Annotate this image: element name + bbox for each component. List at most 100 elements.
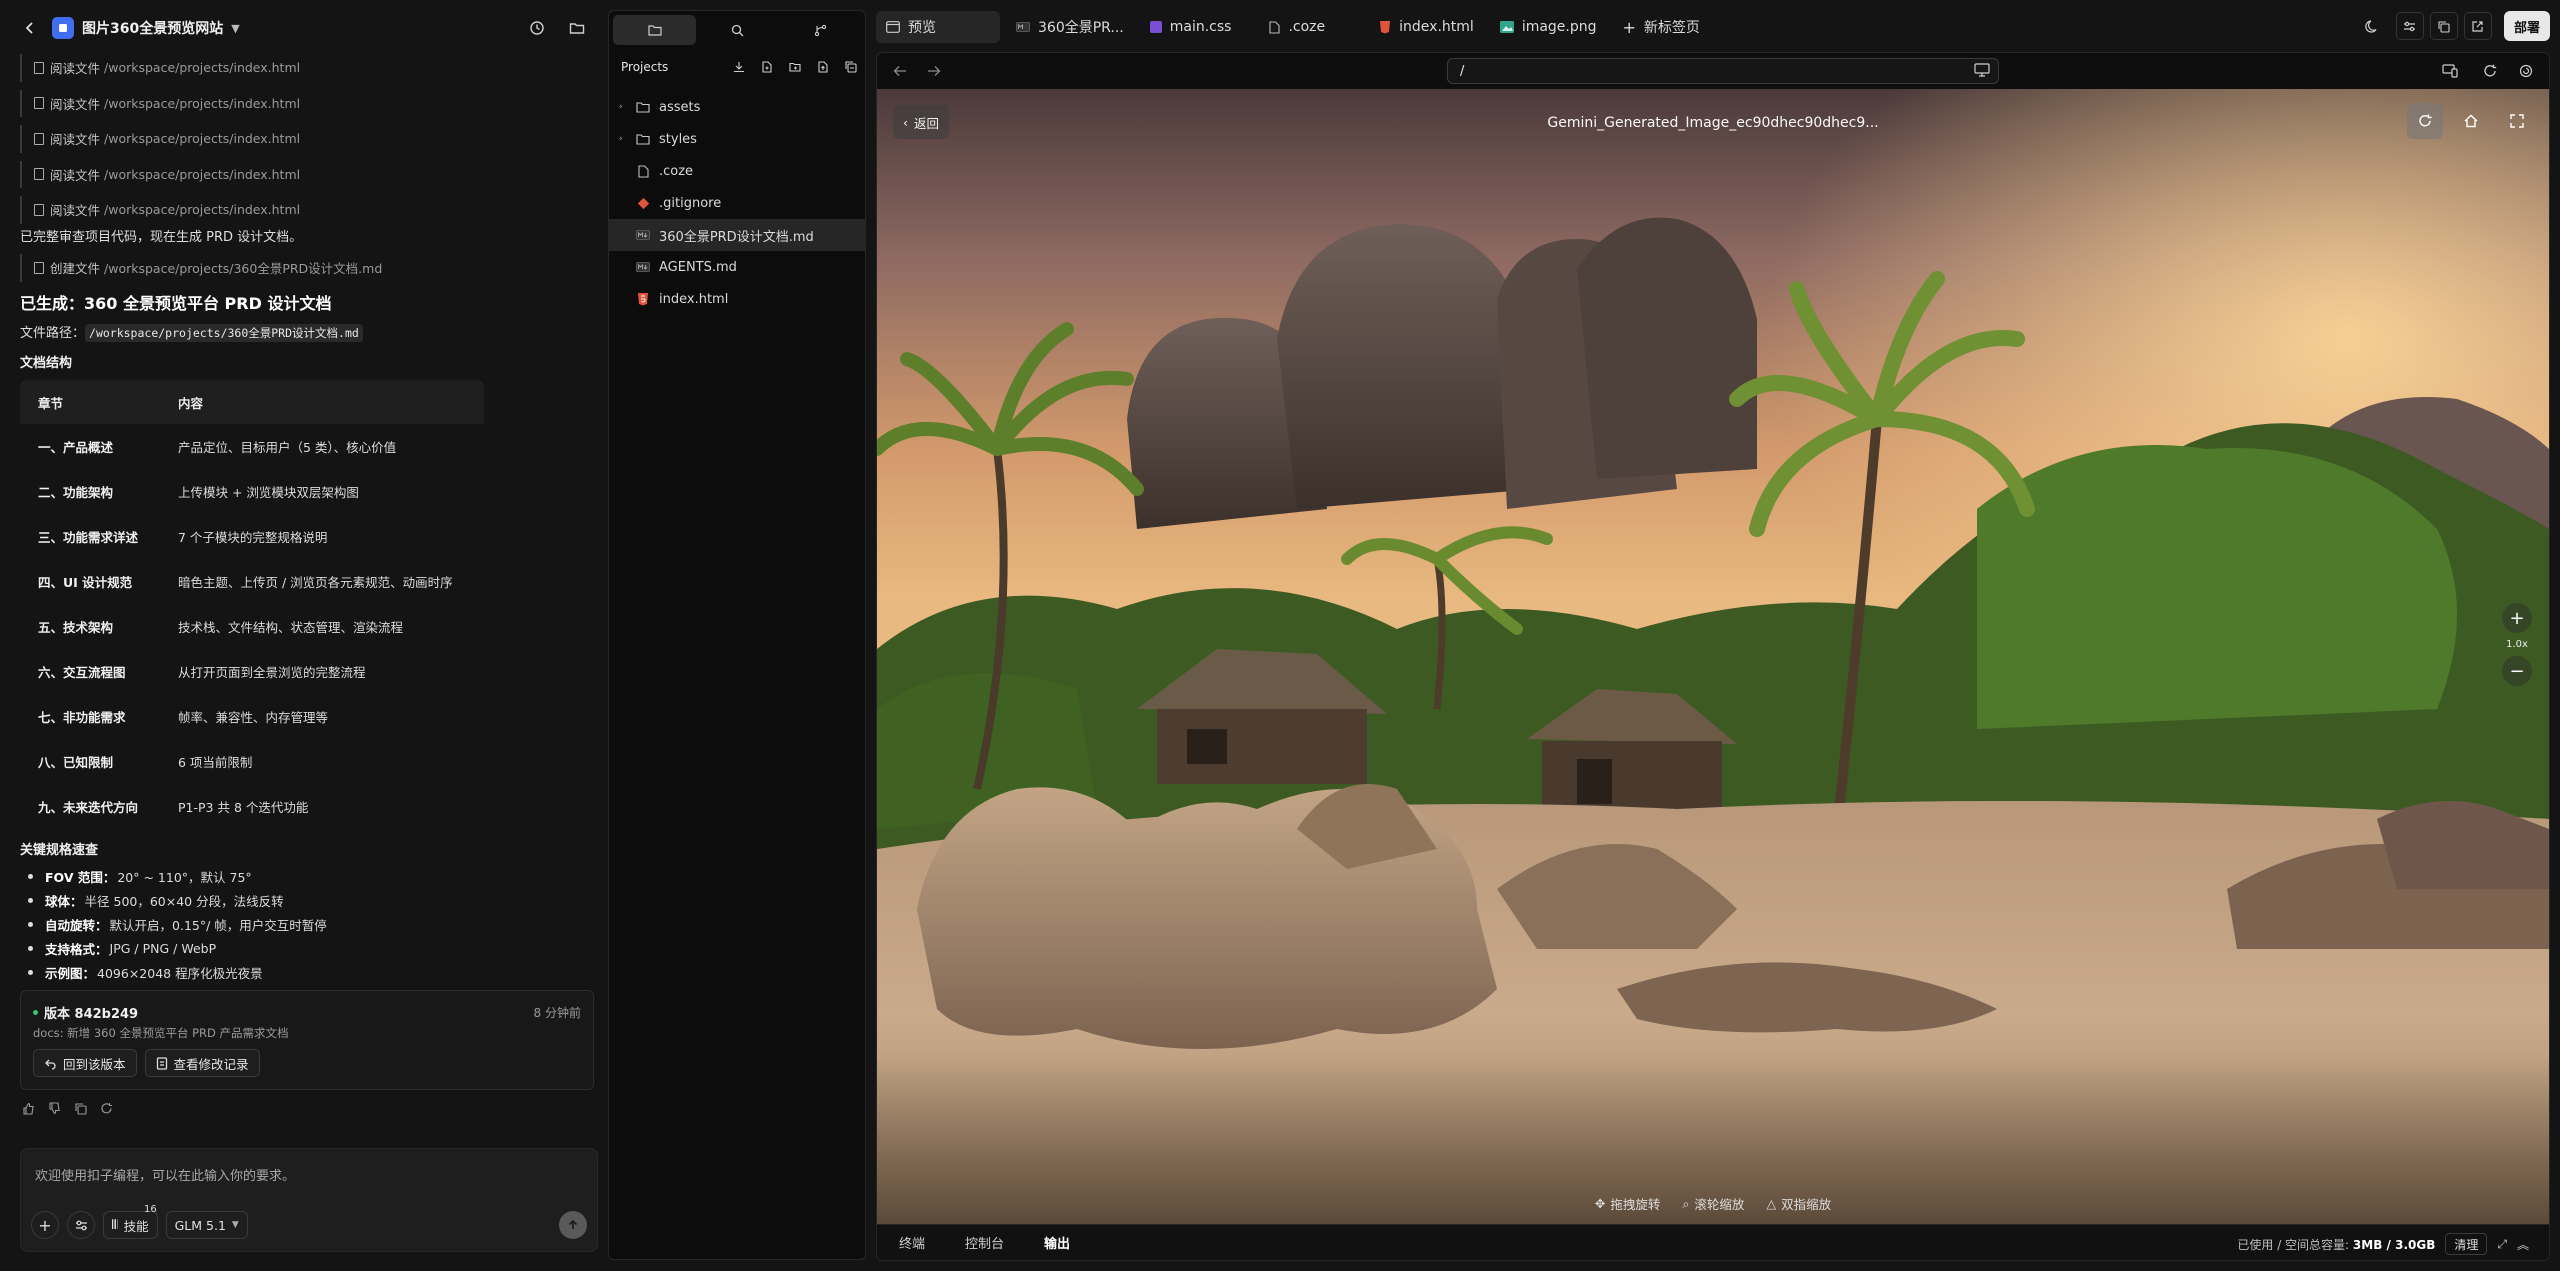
tab-image-png[interactable]: image.png [1490, 11, 1607, 43]
add-attachment-button[interactable]: + [31, 1211, 59, 1239]
key-label: 球体： [45, 893, 83, 909]
list-item: 球体： 半径 500，60×40 分段，法线反转 [28, 888, 588, 912]
revert-version-button[interactable]: 回到该版本 [33, 1049, 137, 1077]
file-op-item[interactable]: 阅读文件/workspace/projects/index.html [20, 121, 500, 157]
tab-index-html[interactable]: index.html [1369, 11, 1484, 43]
key-label: FOV 范围： [45, 869, 116, 885]
open-external-icon[interactable] [2463, 12, 2492, 40]
key-label: 示例图： [45, 965, 96, 981]
tree-item-assets[interactable]: › assets [609, 91, 865, 123]
tab-files[interactable] [613, 15, 696, 45]
tree-item-label: .coze [659, 163, 694, 179]
tab-git[interactable] [779, 15, 862, 45]
regenerate-icon[interactable] [98, 1100, 114, 1116]
tree-item-styles[interactable]: › styles [609, 123, 865, 155]
url-bar[interactable]: / [1447, 58, 1999, 84]
send-button[interactable] [559, 1211, 587, 1239]
storage-info: 已使用 / 空间总容量: 3MB / 3.0GB 清理 ⤢ ︽ [2237, 1233, 2529, 1255]
chevron-down-icon[interactable]: ▼ [231, 22, 239, 35]
folder-icon [647, 25, 662, 36]
skills-button[interactable]: 𝄃𝄃 技能 16 [103, 1204, 158, 1239]
storage-prefix: 已使用 / 空间总容量: [2237, 1237, 2350, 1252]
explorer-header: Projects [621, 55, 859, 79]
panorama-viewer[interactable]: ‹ 返回 Gemini_Generated_Image_ec90dhec90dh… [877, 89, 2549, 1225]
copy-icon[interactable] [2429, 12, 2458, 40]
upload-file-icon[interactable] [815, 59, 831, 75]
table-header-cell: 章节 [38, 395, 64, 411]
list-item: 自动旋转： 默认开启，0.15°/ 帧，用户交互时暂停 [28, 912, 588, 936]
input-toolbar: + 𝄃𝄃 技能 16 GLM 5.1 ▼ [31, 1204, 248, 1239]
download-icon[interactable] [731, 59, 747, 75]
device-icon[interactable] [2439, 60, 2461, 82]
deploy-button[interactable]: 部署 [2503, 11, 2550, 41]
expand-icon[interactable]: ⤢ [2497, 1237, 2507, 1252]
zoom-out-button[interactable]: − [2502, 656, 2532, 686]
chat-input[interactable]: 欢迎使用扣子编程，可以在此输入你的要求。 + 𝄃𝄃 技能 16 GLM 5.1 … [20, 1148, 598, 1252]
tab-search[interactable] [696, 15, 779, 45]
thumbs-down-icon[interactable] [46, 1100, 62, 1116]
back-arrow-icon[interactable] [18, 16, 42, 40]
tab-prd-md[interactable]: 360全景PR... [1006, 11, 1134, 43]
key-value: 20° ~ 110°，默认 75° [117, 869, 252, 885]
hard-refresh-icon[interactable] [2515, 60, 2537, 82]
table-row: 二、功能架构 上传模块 + 浏览模块双层架构图 [20, 469, 484, 514]
hint-label: 拖拽旋转 [1610, 1197, 1661, 1212]
markdown-icon [635, 227, 651, 243]
settings-sliders-button[interactable] [67, 1211, 95, 1239]
auto-rotate-icon[interactable] [2407, 103, 2443, 139]
undo-icon [45, 1059, 56, 1070]
markdown-icon [1016, 22, 1030, 32]
table-cell: 技术栈、文件结构、状态管理、渲染流程 [178, 620, 404, 635]
file-icon [34, 261, 44, 274]
new-folder-icon[interactable] [787, 59, 803, 75]
new-file-icon[interactable] [759, 59, 775, 75]
zoom-in-button[interactable]: + [2502, 603, 2532, 633]
tree-item-agents-md[interactable]: AGENTS.md [609, 251, 865, 283]
drag-icon: ✥ [1594, 1196, 1606, 1211]
table-cell: 一、产品概述 [38, 440, 114, 455]
tab-output[interactable]: 输出 [1044, 1233, 1070, 1252]
arrow-left-icon[interactable] [889, 60, 911, 82]
clean-button[interactable]: 清理 [2445, 1233, 2488, 1255]
tree-item-label: assets [659, 99, 701, 115]
table-cell: 产品定位、目标用户（5 类）、核心价值 [178, 440, 397, 455]
project-name[interactable]: 图片360全景预览网站 [82, 18, 223, 38]
history-icon[interactable] [526, 17, 548, 39]
moon-icon[interactable] [2362, 15, 2384, 37]
file-op-item[interactable]: 阅读文件/workspace/projects/index.html [20, 192, 500, 228]
sliders-icon [75, 1220, 87, 1230]
monitor-icon[interactable] [1974, 63, 1990, 77]
home-icon[interactable] [2453, 103, 2489, 139]
fullscreen-icon[interactable] [2499, 103, 2535, 139]
file-icon [34, 168, 44, 181]
model-select[interactable]: GLM 5.1 ▼ [165, 1211, 248, 1239]
file-op-path: /workspace/projects/index.html [104, 95, 301, 111]
panorama-image[interactable] [877, 89, 2549, 1225]
chevron-down-icon: ▼ [231, 1220, 239, 1230]
storage-value: 3MB / 3.0GB [2352, 1237, 2436, 1252]
copy-icon[interactable] [72, 1100, 88, 1116]
tree-item-index-html[interactable]: index.html [609, 283, 865, 315]
tree-item-prd-md[interactable]: 360全景PRD设计文档.md [609, 219, 865, 251]
tab-console[interactable]: 控制台 [965, 1233, 1004, 1252]
file-op-item[interactable]: 阅读文件/workspace/projects/index.html [20, 50, 500, 86]
settings-sliders-icon[interactable] [2395, 12, 2424, 40]
folder-icon[interactable] [566, 17, 588, 39]
tab-main-css[interactable]: main.css [1140, 11, 1242, 43]
collapse-all-icon[interactable] [843, 59, 859, 75]
tree-item-gitignore[interactable]: .gitignore [609, 187, 865, 219]
tab-coze[interactable]: .coze [1259, 11, 1335, 43]
key-label: 自动旋转： [45, 917, 108, 933]
file-op-item[interactable]: 创建文件/workspace/projects/360全景PRD设计文档.md [20, 250, 500, 286]
new-tab-button[interactable]: + 新标签页 [1613, 11, 1710, 43]
tab-preview[interactable]: 预览 [876, 11, 1000, 43]
file-op-item[interactable]: 阅读文件/workspace/projects/index.html [20, 157, 500, 193]
file-op-item[interactable]: 阅读文件/workspace/projects/index.html [20, 86, 500, 122]
refresh-icon[interactable] [2479, 60, 2501, 82]
chevron-up-icon[interactable]: ︽ [2517, 1236, 2529, 1253]
thumbs-up-icon[interactable] [20, 1100, 36, 1116]
tree-item-coze[interactable]: .coze [609, 155, 865, 187]
arrow-right-icon[interactable] [923, 60, 945, 82]
tab-terminal[interactable]: 终端 [899, 1233, 925, 1252]
view-changes-button[interactable]: 查看修改记录 [144, 1049, 260, 1077]
